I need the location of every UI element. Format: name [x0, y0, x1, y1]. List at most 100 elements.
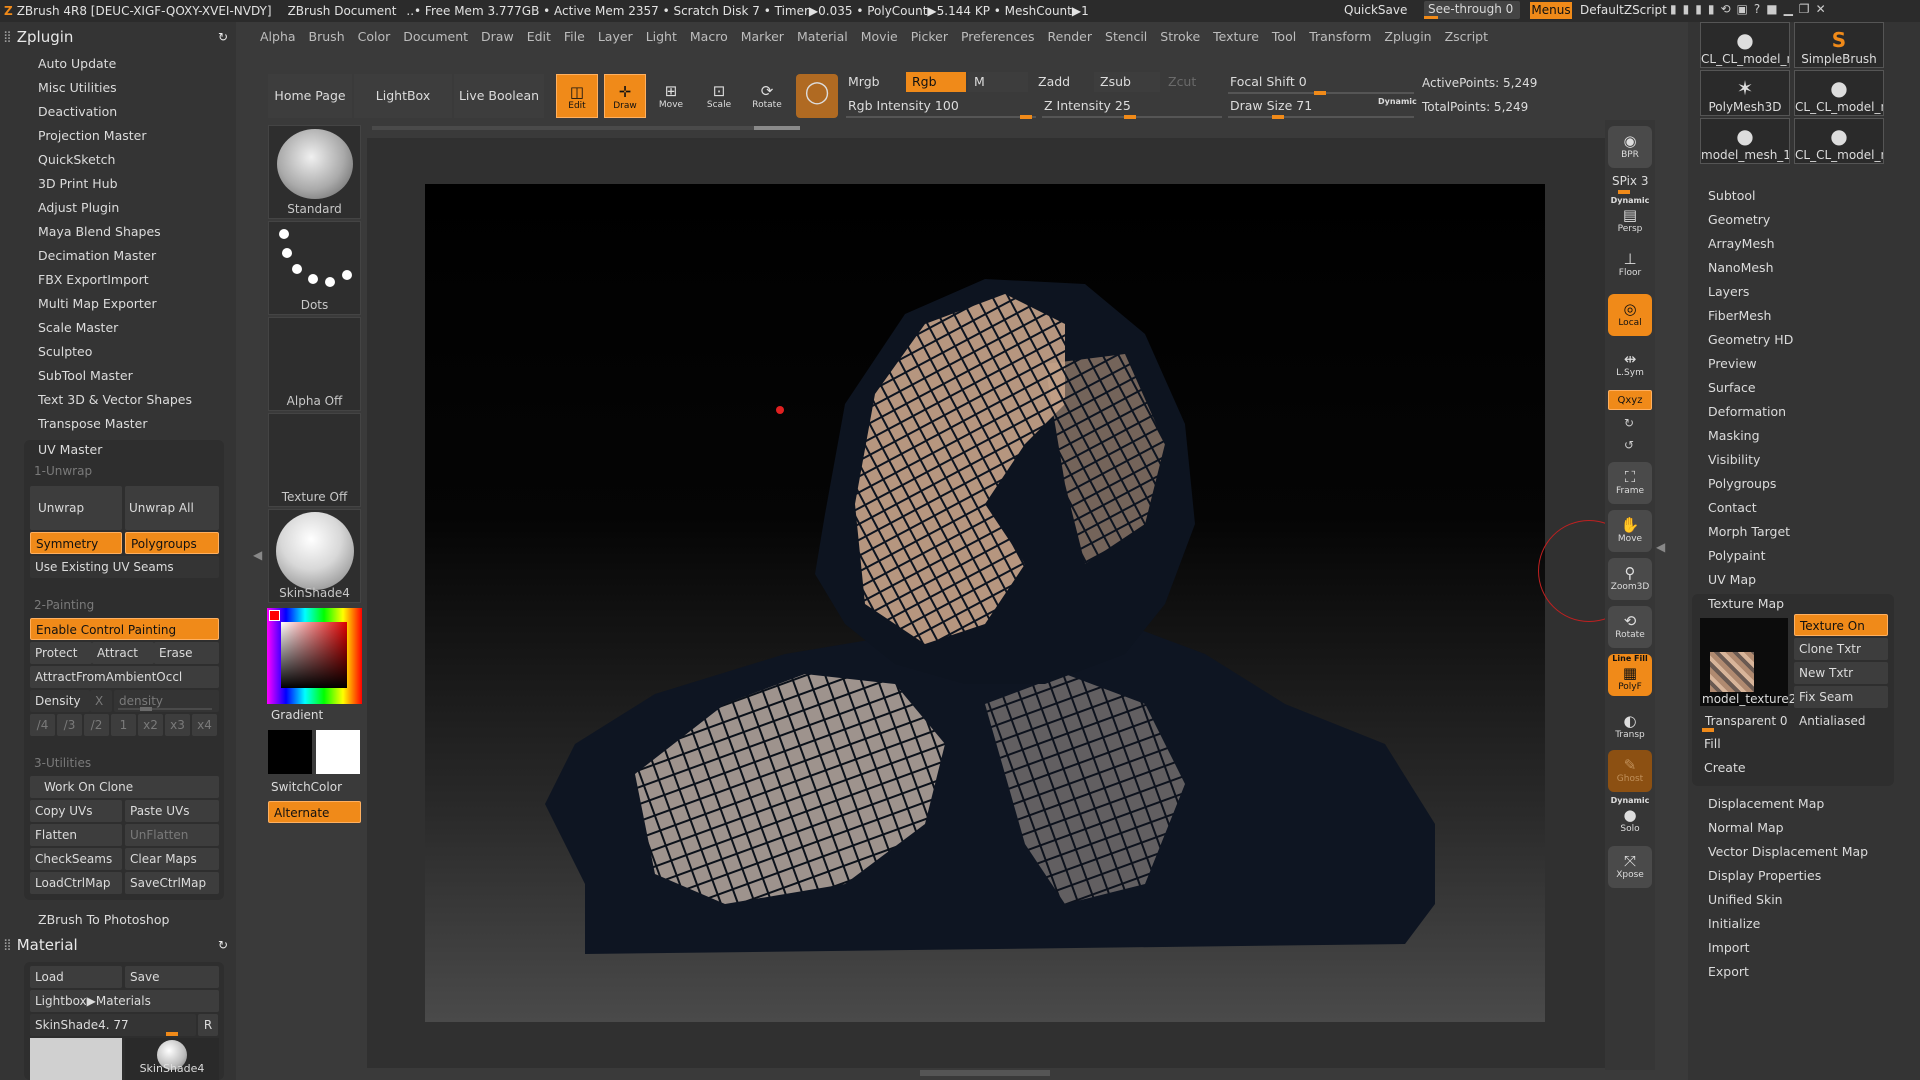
popup-icon[interactable]: ↻	[218, 30, 228, 44]
tool-subpalette-item[interactable]: Import	[1708, 940, 1750, 955]
tool-subpalette-item[interactable]: FiberMesh	[1708, 308, 1771, 323]
mrgb-button[interactable]: Mrgb	[842, 72, 902, 92]
attract-ambient-button[interactable]: AttractFromAmbientOccl	[30, 666, 219, 688]
plugin-item[interactable]: Misc Utilities	[38, 80, 117, 95]
lightbox-materials-button[interactable]: Lightbox▶Materials	[30, 990, 219, 1012]
gradient-label[interactable]: Gradient	[271, 708, 323, 722]
tool-subpalette-item[interactable]: UV Map	[1708, 572, 1756, 587]
material-load-button[interactable]: Load	[30, 966, 122, 988]
plugin-item[interactable]: Sculpteo	[38, 344, 92, 359]
tool-subpalette-item[interactable]: Morph Target	[1708, 524, 1790, 539]
tool-thumbnail[interactable]: ●CL_CL_model_mesh_	[1794, 118, 1884, 164]
tool-subpalette-item[interactable]: Visibility	[1708, 452, 1760, 467]
restore-icon[interactable]: ❐	[1799, 2, 1816, 16]
document-canvas[interactable]	[425, 184, 1545, 1022]
alternate-button[interactable]: Alternate	[268, 801, 361, 823]
density-multiplier-button[interactable]: 1	[111, 714, 136, 736]
toolbar-scroll-track[interactable]	[372, 126, 800, 130]
tool-subpalette-item[interactable]: Contact	[1708, 500, 1757, 515]
quicksave-button[interactable]: QuickSave	[1344, 3, 1407, 17]
material-header[interactable]: ⦙⦙ Material ↻	[0, 932, 236, 958]
rotate-button[interactable]: ⟳ Rotate	[746, 74, 788, 118]
layout2-icon[interactable]: ▮▮	[1695, 2, 1720, 16]
density-multiplier-button[interactable]: x3	[165, 714, 190, 736]
layout-icon[interactable]: ▮▮	[1670, 2, 1695, 16]
z-intensity-slider[interactable]: Z Intensity 25	[1038, 96, 1222, 116]
material-thumb-skinshade[interactable]: SkinShade4	[125, 1038, 219, 1080]
tool-thumbnail[interactable]: ✶ PolyMesh3D	[1700, 70, 1790, 116]
plugin-item[interactable]: Adjust Plugin	[38, 200, 119, 215]
tool-subpalette-item[interactable]: NanoMesh	[1708, 260, 1774, 275]
close-icon[interactable]: ✕	[1816, 2, 1832, 16]
texture-map-title[interactable]: Texture Map	[1708, 596, 1784, 611]
secondary-color-swatch[interactable]	[268, 730, 312, 774]
texture-fill-item[interactable]: Fill	[1704, 736, 1721, 751]
enable-control-painting-button[interactable]: Enable Control Painting	[30, 618, 219, 640]
use-existing-seams-button[interactable]: Use Existing UV Seams	[30, 556, 219, 578]
floor-button[interactable]: ⊥ Floor	[1608, 244, 1652, 286]
texture-slot[interactable]: Texture Off	[268, 413, 361, 507]
material-sphere-button[interactable]: ◯	[796, 74, 838, 118]
protect-button[interactable]: Protect	[30, 642, 92, 664]
texture-on-button[interactable]: Texture On	[1794, 614, 1888, 636]
draw-button[interactable]: ✛ Draw	[604, 74, 646, 118]
tool-subpalette-item[interactable]: Display Properties	[1708, 868, 1821, 883]
material-slot[interactable]: SkinShade4	[268, 509, 361, 603]
menu-draw[interactable]: Draw	[481, 29, 514, 44]
menu-preferences[interactable]: Preferences	[961, 29, 1035, 44]
rgb-intensity-knob[interactable]	[1020, 115, 1032, 119]
plugin-item[interactable]: Projection Master	[38, 128, 146, 143]
unwrap-button[interactable]: Unwrap	[30, 486, 122, 530]
tool-subpalette-item[interactable]: Masking	[1708, 428, 1760, 443]
alpha-slot[interactable]: Alpha Off	[268, 317, 361, 411]
main-color-swatch[interactable]	[316, 730, 360, 774]
menu-movie[interactable]: Movie	[861, 29, 898, 44]
stroke-slot[interactable]: Dots	[268, 221, 361, 315]
zsub-button[interactable]: Zsub	[1094, 72, 1160, 92]
work-on-clone-button[interactable]: Work On Clone	[30, 776, 219, 798]
focal-shift-slider[interactable]: Focal Shift 0	[1224, 72, 1414, 92]
plugin-item[interactable]: Multi Map Exporter	[38, 296, 157, 311]
density-multiplier-button[interactable]: /4	[30, 714, 55, 736]
zplugin-header[interactable]: ⦙⦙ Zplugin ↻	[0, 24, 236, 50]
attract-button[interactable]: Attract	[92, 642, 154, 664]
refresh-icon[interactable]: ⟲	[1720, 2, 1736, 16]
frame-button[interactable]: ⛶ Frame	[1608, 462, 1652, 504]
popup-icon[interactable]: ↻	[218, 938, 228, 952]
tool-subpalette-item[interactable]: Unified Skin	[1708, 892, 1783, 907]
switch-color-button[interactable]: SwitchColor	[271, 780, 342, 794]
focal-shift-knob[interactable]	[1314, 91, 1326, 95]
zbrush-to-photoshop-item[interactable]: ZBrush To Photoshop	[38, 912, 169, 927]
density-multiplier-button[interactable]: /2	[84, 714, 109, 736]
rotate-z-icon[interactable]: ↺	[1624, 438, 1634, 452]
antialiased-button[interactable]: Antialiased	[1794, 710, 1888, 732]
zoom3d-button[interactable]: ⚲ Zoom3D	[1608, 558, 1652, 600]
menu-color[interactable]: Color	[358, 29, 391, 44]
plugin-item[interactable]: Auto Update	[38, 56, 116, 71]
menu-layer[interactable]: Layer	[598, 29, 633, 44]
new-txtr-button[interactable]: New Txtr	[1794, 662, 1888, 684]
material-thumb-skin[interactable]	[30, 1038, 122, 1080]
rgb-button[interactable]: Rgb	[906, 72, 966, 92]
uv-master-title[interactable]: UV Master	[38, 442, 102, 457]
menu-tool[interactable]: Tool	[1272, 29, 1296, 44]
spix-slider[interactable]: SPix 3	[1612, 174, 1648, 188]
density-x-button[interactable]: X	[90, 690, 112, 712]
color-picker-square[interactable]	[281, 622, 347, 688]
menu-edit[interactable]: Edit	[527, 29, 551, 44]
brush-slot[interactable]: Standard	[268, 125, 361, 219]
home-page-button[interactable]: Home Page	[268, 74, 352, 118]
clone-txtr-button[interactable]: Clone Txtr	[1794, 638, 1888, 660]
persp-button[interactable]: Dynamic ▤ Persp	[1608, 196, 1652, 238]
menu-zscript[interactable]: Zscript	[1445, 29, 1488, 44]
menu-alpha[interactable]: Alpha	[260, 29, 296, 44]
density-button[interactable]: Density	[30, 690, 90, 712]
menu-render[interactable]: Render	[1048, 29, 1093, 44]
polyf-button[interactable]: Line Fill ▦ PolyF	[1608, 654, 1652, 696]
menu-picker[interactable]: Picker	[911, 29, 948, 44]
bpr-button[interactable]: ◉ BPR	[1608, 126, 1652, 168]
dynamic-label[interactable]: Dynamic	[1378, 97, 1417, 106]
plugin-item[interactable]: Decimation Master	[38, 248, 156, 263]
canvas-bottom-scroll[interactable]	[920, 1070, 1050, 1076]
plugin-item[interactable]: Transpose Master	[38, 416, 147, 431]
